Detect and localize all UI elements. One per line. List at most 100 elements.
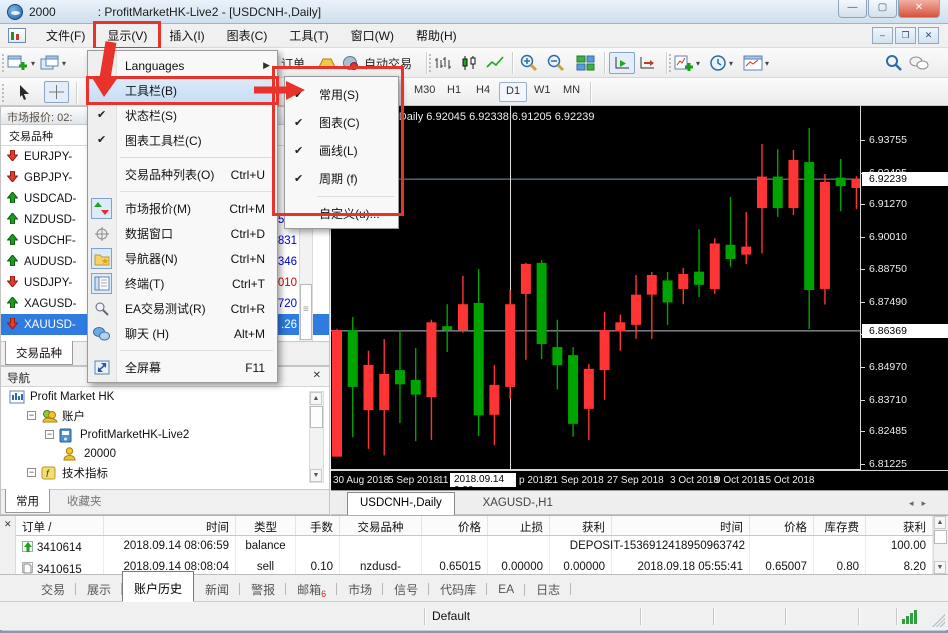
timeframe-MN[interactable]: MN (557, 82, 586, 102)
templates-button[interactable]: ▾ (743, 52, 769, 74)
scroll-up-icon[interactable]: ▲ (934, 516, 946, 529)
price-axis[interactable]: 6.937556.924956.912706.900106.887506.874… (860, 106, 948, 490)
restore-button[interactable]: ▢ (868, 0, 897, 18)
timeframe-H4[interactable]: H4 (470, 82, 496, 102)
submenu-item-周期f[interactable]: ✔周期 (f) (285, 164, 398, 192)
auto-scroll-button[interactable] (609, 52, 635, 74)
bar-chart-button[interactable] (434, 52, 452, 74)
column-header-4[interactable]: 交易品种 (340, 516, 422, 535)
scroll-down-icon[interactable]: ▼ (934, 561, 946, 574)
dropdown-caret-icon[interactable]: ▾ (696, 59, 700, 68)
table-row[interactable]: 34106142018.09.14 08:06:59balanceDEPOSIT… (16, 536, 933, 557)
view-menu-item-全屏幕[interactable]: 全屏幕F11 (88, 355, 277, 380)
terminal-tab-警报[interactable]: 警报 (240, 576, 286, 602)
terminal-tab-信号[interactable]: 信号 (383, 576, 429, 602)
menubar-item-窗口W[interactable]: 窗口(W) (340, 24, 405, 47)
scrollbar-thumb[interactable] (934, 530, 947, 544)
submenu-item-常用S[interactable]: ✔常用(S) (285, 80, 398, 108)
chart-shift-button[interactable] (638, 52, 656, 74)
terminal-tab-交易[interactable]: 交易 (30, 576, 76, 602)
indicators-button[interactable]: ▾ (674, 52, 700, 74)
menubar-item-工具T[interactable]: 工具(T) (278, 24, 339, 47)
scroll-down-icon[interactable]: ▼ (310, 469, 322, 482)
column-header-9[interactable]: 价格 (750, 516, 814, 535)
dropdown-caret-icon[interactable]: ▾ (765, 59, 769, 68)
view-menu-item-工具栏B[interactable]: 工具栏(B) (88, 78, 277, 103)
zoom-out-button[interactable] (546, 52, 565, 74)
view-menu-item-Languages[interactable]: Languages▶ (88, 53, 277, 78)
terminal-tab-账户历史[interactable]: 账户历史 (122, 571, 194, 602)
child-close-button[interactable]: ✕ (918, 27, 939, 44)
tree-item-Profit-Market-HK[interactable]: Profit Market HK (1, 387, 329, 406)
new-chart-button[interactable]: ▾ (7, 52, 35, 74)
profile-name[interactable]: Default (432, 609, 470, 623)
view-menu-item-交易品种列表O[interactable]: 交易品种列表(O)Ctrl+U (88, 162, 277, 187)
navigator-tab-常用[interactable]: 常用 (5, 489, 50, 513)
view-menu-item-终端T[interactable]: 终端(T)Ctrl+T (88, 271, 277, 296)
minimize-button[interactable]: — (838, 0, 867, 18)
timeframe-W1[interactable]: W1 (528, 82, 557, 102)
column-header-11[interactable]: 获利 (866, 516, 933, 535)
column-header-8[interactable]: 时间 (612, 516, 750, 535)
tab-symbols[interactable]: 交易品种 (5, 341, 73, 365)
view-menu-item-市场报价M[interactable]: 市场报价(M)Ctrl+M (88, 196, 277, 221)
terminal-tab-代码库[interactable]: 代码库 (429, 576, 487, 602)
tree-item-20000[interactable]: 20000 (1, 444, 329, 463)
chart-window[interactable]: USDCNH-,Daily 6.92045 6.92338 6.91205 6.… (331, 106, 948, 490)
chat-button[interactable] (909, 52, 929, 74)
tree-expander-icon[interactable]: − (27, 468, 36, 477)
scrollbar-thumb[interactable] (310, 406, 323, 428)
cursor-button[interactable] (16, 81, 32, 103)
dropdown-caret-icon[interactable]: ▾ (31, 59, 35, 68)
tile-windows-button[interactable] (576, 52, 595, 74)
terminal-tab-新闻[interactable]: 新闻 (194, 576, 240, 602)
terminal-tab-邮箱[interactable]: 邮箱6 (286, 576, 337, 602)
column-header-5[interactable]: 价格 (422, 516, 488, 535)
menubar-item-图表C[interactable]: 图表(C) (216, 24, 279, 47)
child-restore-button[interactable]: ❐ (895, 27, 916, 44)
resize-grip[interactable] (932, 614, 945, 627)
tree-item-ProfitMarketHK-Live2[interactable]: −ProfitMarketHK-Live2 (1, 425, 329, 444)
periods-button[interactable]: ▾ (709, 52, 733, 74)
time-axis[interactable]: 30 Aug 20185 Sep 201811p 201821 Sep 2018… (331, 470, 948, 490)
submenu-item-图表C[interactable]: ✔图表(C) (285, 108, 398, 136)
timeframe-H1[interactable]: H1 (441, 82, 467, 102)
tree-item-账户[interactable]: −账户 (1, 406, 329, 425)
view-menu-item-状态栏S[interactable]: ✔状态栏(S) (88, 103, 277, 128)
navigator-scrollbar[interactable]: ▲ ▼ (309, 391, 324, 483)
dropdown-caret-icon[interactable]: ▾ (62, 59, 66, 68)
profiles-button[interactable]: ▾ (40, 52, 66, 74)
menubar-item-文件F[interactable]: 文件(F) (35, 24, 96, 47)
candlestick-chart-button[interactable] (460, 52, 478, 74)
dropdown-caret-icon[interactable]: ▾ (729, 59, 733, 68)
chart-tab-USDCNH--Daily[interactable]: USDCNH-,Daily (347, 492, 455, 515)
view-menu-item-导航器N[interactable]: ★导航器(N)Ctrl+N (88, 246, 277, 271)
autotrade-button[interactable]: 自动交易 (342, 52, 412, 74)
close-button[interactable]: ✕ (898, 0, 940, 18)
terminal-tab-市场[interactable]: 市场 (337, 576, 383, 602)
scroll-up-icon[interactable]: ▲ (310, 392, 322, 405)
terminal-tab-EA[interactable]: EA (487, 577, 525, 600)
view-menu-item-聊天H[interactable]: 聊天 (H)Alt+M (88, 321, 277, 346)
column-header-3[interactable]: 手数 (296, 516, 340, 535)
timeframe-D1[interactable]: D1 (499, 82, 527, 102)
column-header-6[interactable]: 止损 (488, 516, 550, 535)
navigator-tab-收藏夹[interactable]: 收藏夹 (57, 489, 112, 513)
zoom-in-button[interactable] (519, 52, 538, 74)
column-header-7[interactable]: 获利 (550, 516, 612, 535)
menubar-item-帮助H[interactable]: 帮助(H) (405, 24, 468, 47)
terminal-tab-日志[interactable]: 日志 (525, 576, 571, 602)
tree-expander-icon[interactable]: − (45, 430, 54, 439)
chart-tab-scroll-arrows[interactable]: ◂▸ (909, 498, 934, 509)
column-header-2[interactable]: 类型 (236, 516, 296, 535)
terminal-scrollbar[interactable]: ▲ ▼ (933, 516, 948, 574)
crosshair-button[interactable] (44, 81, 69, 103)
scrollbar-thumb[interactable] (300, 284, 312, 340)
timeframe-M30[interactable]: M30 (408, 82, 441, 102)
menubar-item-插入I[interactable]: 插入(I) (158, 24, 215, 47)
close-icon[interactable]: ✕ (4, 519, 12, 530)
submenu-item-画线L[interactable]: ✔画线(L) (285, 136, 398, 164)
column-header-1[interactable]: 时间 (104, 516, 236, 535)
chart-tab-XAGUSD--H1[interactable]: XAGUSD-,H1 (471, 493, 565, 516)
terminal-tab-展示[interactable]: 展示 (76, 576, 122, 602)
